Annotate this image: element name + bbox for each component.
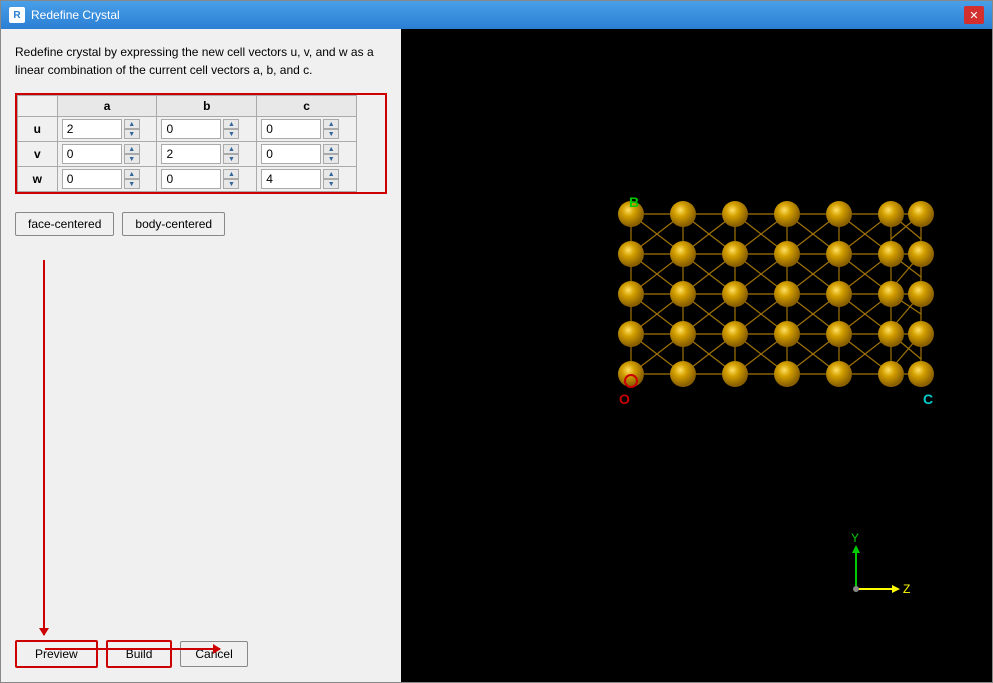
main-window: R Redefine Crystal ✕ Redefine crystal by… [0, 0, 993, 683]
close-button[interactable]: ✕ [964, 6, 984, 24]
build-button[interactable]: Build [106, 640, 173, 668]
col-header-a: a [57, 96, 157, 117]
row-label-u: u [18, 117, 58, 142]
row-label-v: v [18, 142, 58, 167]
z-axis-label: Z [903, 582, 910, 596]
input-v-b[interactable] [161, 144, 221, 164]
input-v-c[interactable] [261, 144, 321, 164]
arrow-down-line [43, 260, 45, 635]
input-v-a[interactable] [62, 144, 122, 164]
matrix-row-v: v ▲ ▼ [18, 142, 357, 167]
body-centered-button[interactable]: body-centered [122, 212, 225, 236]
input-u-b[interactable] [161, 119, 221, 139]
cell-u-b: ▲ ▼ [157, 117, 257, 142]
input-w-b[interactable] [161, 169, 221, 189]
spin-up-w-a[interactable]: ▲ [124, 169, 140, 179]
col-header-b: b [157, 96, 257, 117]
crystal-svg: B O C Y Z [401, 29, 961, 649]
z-axis-arrow [892, 585, 900, 593]
face-centered-button[interactable]: face-centered [15, 212, 114, 236]
cell-w-b: ▲ ▼ [157, 167, 257, 192]
cell-u-c: ▲ ▼ [257, 117, 357, 142]
spin-up-u-b[interactable]: ▲ [223, 119, 239, 129]
cell-w-a: ▲ ▼ [57, 167, 157, 192]
spin-w-c: ▲ ▼ [323, 169, 339, 189]
title-bar: R Redefine Crystal ✕ [1, 1, 992, 29]
spin-up-v-c[interactable]: ▲ [323, 144, 339, 154]
description-text: Redefine crystal by expressing the new c… [15, 43, 387, 79]
c-label: C [923, 391, 933, 407]
input-w-c[interactable] [261, 169, 321, 189]
crystal-viewport: B O C Y Z [401, 29, 992, 682]
col-header-c: c [257, 96, 357, 117]
spin-down-u-c[interactable]: ▼ [323, 129, 339, 139]
spin-down-w-c[interactable]: ▼ [323, 179, 339, 189]
matrix-table: a b c u [17, 95, 357, 192]
matrix-wrapper: a b c u [15, 93, 387, 194]
matrix-row-w: w ▲ ▼ [18, 167, 357, 192]
axis-origin [853, 586, 859, 592]
arrow-right-line [45, 648, 220, 650]
spin-up-u-a[interactable]: ▲ [124, 119, 140, 129]
spin-u-c: ▲ ▼ [323, 119, 339, 139]
corner-header [18, 96, 58, 117]
spin-down-w-a[interactable]: ▼ [124, 179, 140, 189]
spin-v-c: ▲ ▼ [323, 144, 339, 164]
spin-up-w-b[interactable]: ▲ [223, 169, 239, 179]
arrow-down-head [39, 628, 49, 636]
matrix-row-u: u ▲ ▼ [18, 117, 357, 142]
o-label: O [619, 391, 630, 407]
arrow-right-head [213, 644, 221, 654]
main-content: Redefine crystal by expressing the new c… [1, 29, 992, 682]
left-panel: Redefine crystal by expressing the new c… [1, 29, 401, 682]
spin-w-b: ▲ ▼ [223, 169, 239, 189]
spin-down-u-a[interactable]: ▼ [124, 129, 140, 139]
spin-w-a: ▲ ▼ [124, 169, 140, 189]
spin-v-a: ▲ ▼ [124, 144, 140, 164]
spin-down-v-a[interactable]: ▼ [124, 154, 140, 164]
spin-v-b: ▲ ▼ [223, 144, 239, 164]
spin-down-v-b[interactable]: ▼ [223, 154, 239, 164]
spin-down-w-b[interactable]: ▼ [223, 179, 239, 189]
input-u-a[interactable] [62, 119, 122, 139]
window-icon: R [9, 7, 25, 23]
title-bar-left: R Redefine Crystal [9, 7, 120, 23]
bottom-section: Preview Build Cancel [15, 630, 387, 668]
spin-u-b: ▲ ▼ [223, 119, 239, 139]
input-w-a[interactable] [62, 169, 122, 189]
spin-up-u-c[interactable]: ▲ [323, 119, 339, 129]
cell-w-c: ▲ ▼ [257, 167, 357, 192]
spin-up-v-a[interactable]: ▲ [124, 144, 140, 154]
b-label: B [629, 194, 639, 210]
spin-up-v-b[interactable]: ▲ [223, 144, 239, 154]
spin-down-u-b[interactable]: ▼ [223, 129, 239, 139]
input-u-c[interactable] [261, 119, 321, 139]
cell-u-a: ▲ ▼ [57, 117, 157, 142]
window-title: Redefine Crystal [31, 8, 120, 22]
cell-v-c: ▲ ▼ [257, 142, 357, 167]
y-axis-arrow [852, 545, 860, 553]
title-bar-controls: ✕ [964, 6, 984, 24]
preview-button[interactable]: Preview [15, 640, 98, 668]
cell-v-b: ▲ ▼ [157, 142, 257, 167]
y-axis-label: Y [851, 531, 859, 545]
spin-u-a: ▲ ▼ [124, 119, 140, 139]
row-label-w: w [18, 167, 58, 192]
spin-up-w-c[interactable]: ▲ [323, 169, 339, 179]
cell-v-a: ▲ ▼ [57, 142, 157, 167]
centering-buttons: face-centered body-centered [15, 212, 387, 236]
spin-down-v-c[interactable]: ▼ [323, 154, 339, 164]
